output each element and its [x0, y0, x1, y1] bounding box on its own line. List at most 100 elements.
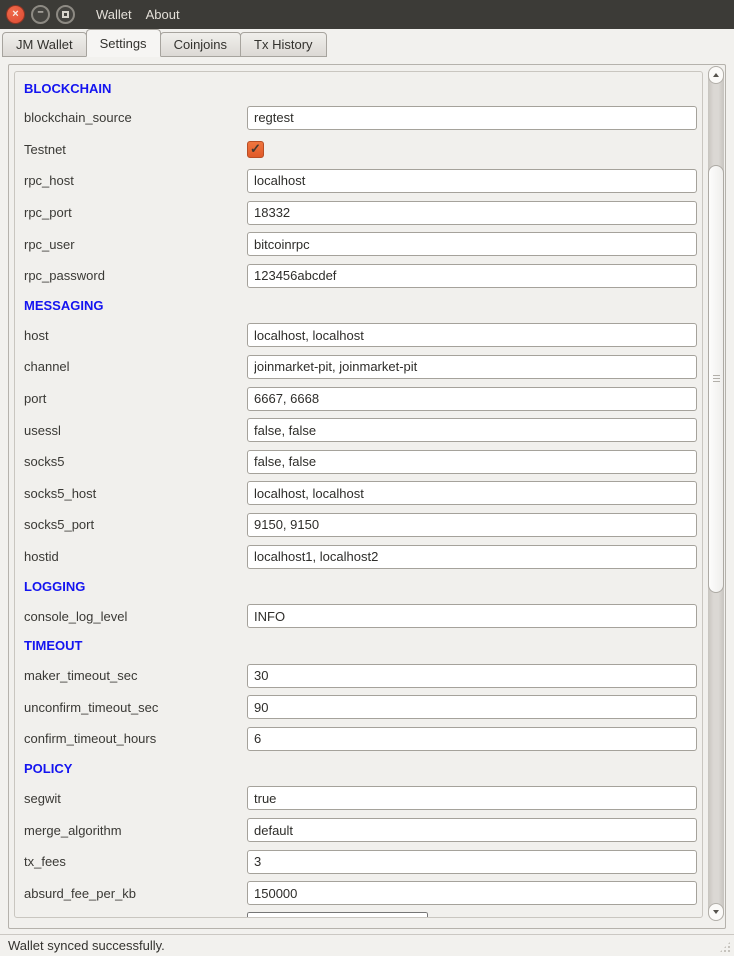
rpc_password-input[interactable] [247, 264, 697, 288]
settings-field-row: Testnet ✓ [15, 134, 702, 166]
channel-input[interactable] [247, 355, 697, 379]
tab-settings[interactable]: Settings [86, 29, 161, 57]
merge_algorithm-input[interactable] [247, 818, 697, 842]
segwit-input[interactable] [247, 786, 697, 810]
field-label: hostid [24, 549, 247, 564]
settings-field-row: console_log_level [15, 600, 702, 632]
section-row: MESSAGING [15, 292, 702, 320]
usessl-input[interactable] [247, 418, 697, 442]
clipped-field-row [15, 909, 702, 918]
section-row: LOGGING [15, 572, 702, 600]
settings-field-row: maker_timeout_sec [15, 660, 702, 692]
clipped-input[interactable] [247, 912, 428, 918]
section-row: BLOCKCHAIN [15, 74, 702, 102]
host-input[interactable] [247, 323, 697, 347]
socks5-input[interactable] [247, 450, 697, 474]
field-label: channel [24, 359, 247, 374]
hostid-input[interactable] [247, 545, 697, 569]
menubar: Wallet About [89, 7, 187, 22]
resize-grip-icon[interactable] [719, 941, 731, 953]
rpc_user-input[interactable] [247, 232, 697, 256]
settings-field-row: blockchain_source [15, 102, 702, 134]
field-label: rpc_password [24, 268, 247, 283]
titlebar: × – Wallet About [0, 0, 734, 29]
field-label: merge_algorithm [24, 823, 247, 838]
socks5_port-input[interactable] [247, 513, 697, 537]
section-header: POLICY [24, 761, 72, 776]
section-header: TIMEOUT [24, 638, 83, 653]
rpc_host-input[interactable] [247, 169, 697, 193]
section-header: MESSAGING [24, 298, 103, 313]
settings-field-row: usessl [15, 414, 702, 446]
settings-field-row: socks5_host [15, 478, 702, 510]
scrollbar-thumb[interactable] [708, 165, 724, 593]
settings-field-row: rpc_port [15, 197, 702, 229]
menu-about[interactable]: About [139, 7, 187, 22]
settings-field-row: confirm_timeout_hours [15, 723, 702, 755]
field-label: Testnet [24, 142, 247, 157]
settings-field-row: tx_fees [15, 846, 702, 878]
settings-field-row: rpc_password [15, 260, 702, 292]
socks5_host-input[interactable] [247, 481, 697, 505]
field-label: usessl [24, 423, 247, 438]
blockchain_source-input[interactable] [247, 106, 697, 130]
section-header: BLOCKCHAIN [24, 81, 111, 96]
settings-field-row: socks5 [15, 446, 702, 478]
field-label: confirm_timeout_hours [24, 731, 247, 746]
field-label: rpc_port [24, 205, 247, 220]
field-label: unconfirm_timeout_sec [24, 700, 247, 715]
settings-field-row: rpc_user [15, 228, 702, 260]
settings-field-row: hostid [15, 541, 702, 573]
confirm_timeout_hours-input[interactable] [247, 727, 697, 751]
scrollbar-grip-icon [713, 375, 720, 384]
arrow-up-icon [713, 73, 719, 77]
port-input[interactable] [247, 387, 697, 411]
field-label: segwit [24, 791, 247, 806]
field-label: socks5_port [24, 517, 247, 532]
maximize-icon[interactable] [56, 5, 75, 24]
field-label: host [24, 328, 247, 343]
section-row: POLICY [15, 755, 702, 783]
settings-pane: BLOCKCHAIN blockchain_source Testnet ✓ r… [0, 57, 734, 934]
settings-field-row: absurd_fee_per_kb [15, 877, 702, 909]
settings-form: BLOCKCHAIN blockchain_source Testnet ✓ r… [14, 71, 703, 918]
unconfirm_timeout_sec-input[interactable] [247, 695, 697, 719]
tab-coinjoins[interactable]: Coinjoins [160, 32, 241, 57]
status-message: Wallet synced successfully. [8, 938, 165, 953]
tab-bar: JM Wallet Settings Coinjoins Tx History [0, 29, 734, 57]
field-label: console_log_level [24, 609, 247, 624]
settings-field-row: rpc_host [15, 165, 702, 197]
field-label: maker_timeout_sec [24, 668, 247, 683]
arrow-down-icon [713, 910, 719, 914]
field-label: rpc_user [24, 237, 247, 252]
field-label: socks5_host [24, 486, 247, 501]
maker_timeout_sec-input[interactable] [247, 664, 697, 688]
minimize-icon[interactable]: – [31, 5, 50, 24]
settings-field-row: channel [15, 351, 702, 383]
settings-rows: BLOCKCHAIN blockchain_source Testnet ✓ r… [15, 74, 702, 918]
status-bar: Wallet synced successfully. [0, 934, 734, 956]
menu-wallet[interactable]: Wallet [89, 7, 139, 22]
tab-tx-history[interactable]: Tx History [240, 32, 327, 57]
tab-jm-wallet[interactable]: JM Wallet [2, 32, 87, 57]
console_log_level-input[interactable] [247, 604, 697, 628]
settings-field-row: socks5_port [15, 509, 702, 541]
field-label: tx_fees [24, 854, 247, 869]
tx_fees-input[interactable] [247, 850, 697, 874]
rpc_port-input[interactable] [247, 201, 697, 225]
absurd_fee_per_kb-input[interactable] [247, 881, 697, 905]
settings-field-row: host [15, 320, 702, 352]
settings-field-row: unconfirm_timeout_sec [15, 692, 702, 724]
settings-field-row: segwit [15, 783, 702, 815]
field-label: absurd_fee_per_kb [24, 886, 247, 901]
testnet-checkbox[interactable]: ✓ [247, 141, 264, 158]
section-row: TIMEOUT [15, 632, 702, 660]
scroll-down-button[interactable] [708, 903, 724, 921]
field-label: port [24, 391, 247, 406]
close-icon[interactable]: × [6, 5, 25, 24]
scroll-up-button[interactable] [708, 66, 724, 84]
vertical-scrollbar[interactable] [708, 66, 724, 921]
settings-field-row: merge_algorithm [15, 814, 702, 846]
settings-scroll-area: BLOCKCHAIN blockchain_source Testnet ✓ r… [8, 64, 726, 929]
section-header: LOGGING [24, 579, 85, 594]
